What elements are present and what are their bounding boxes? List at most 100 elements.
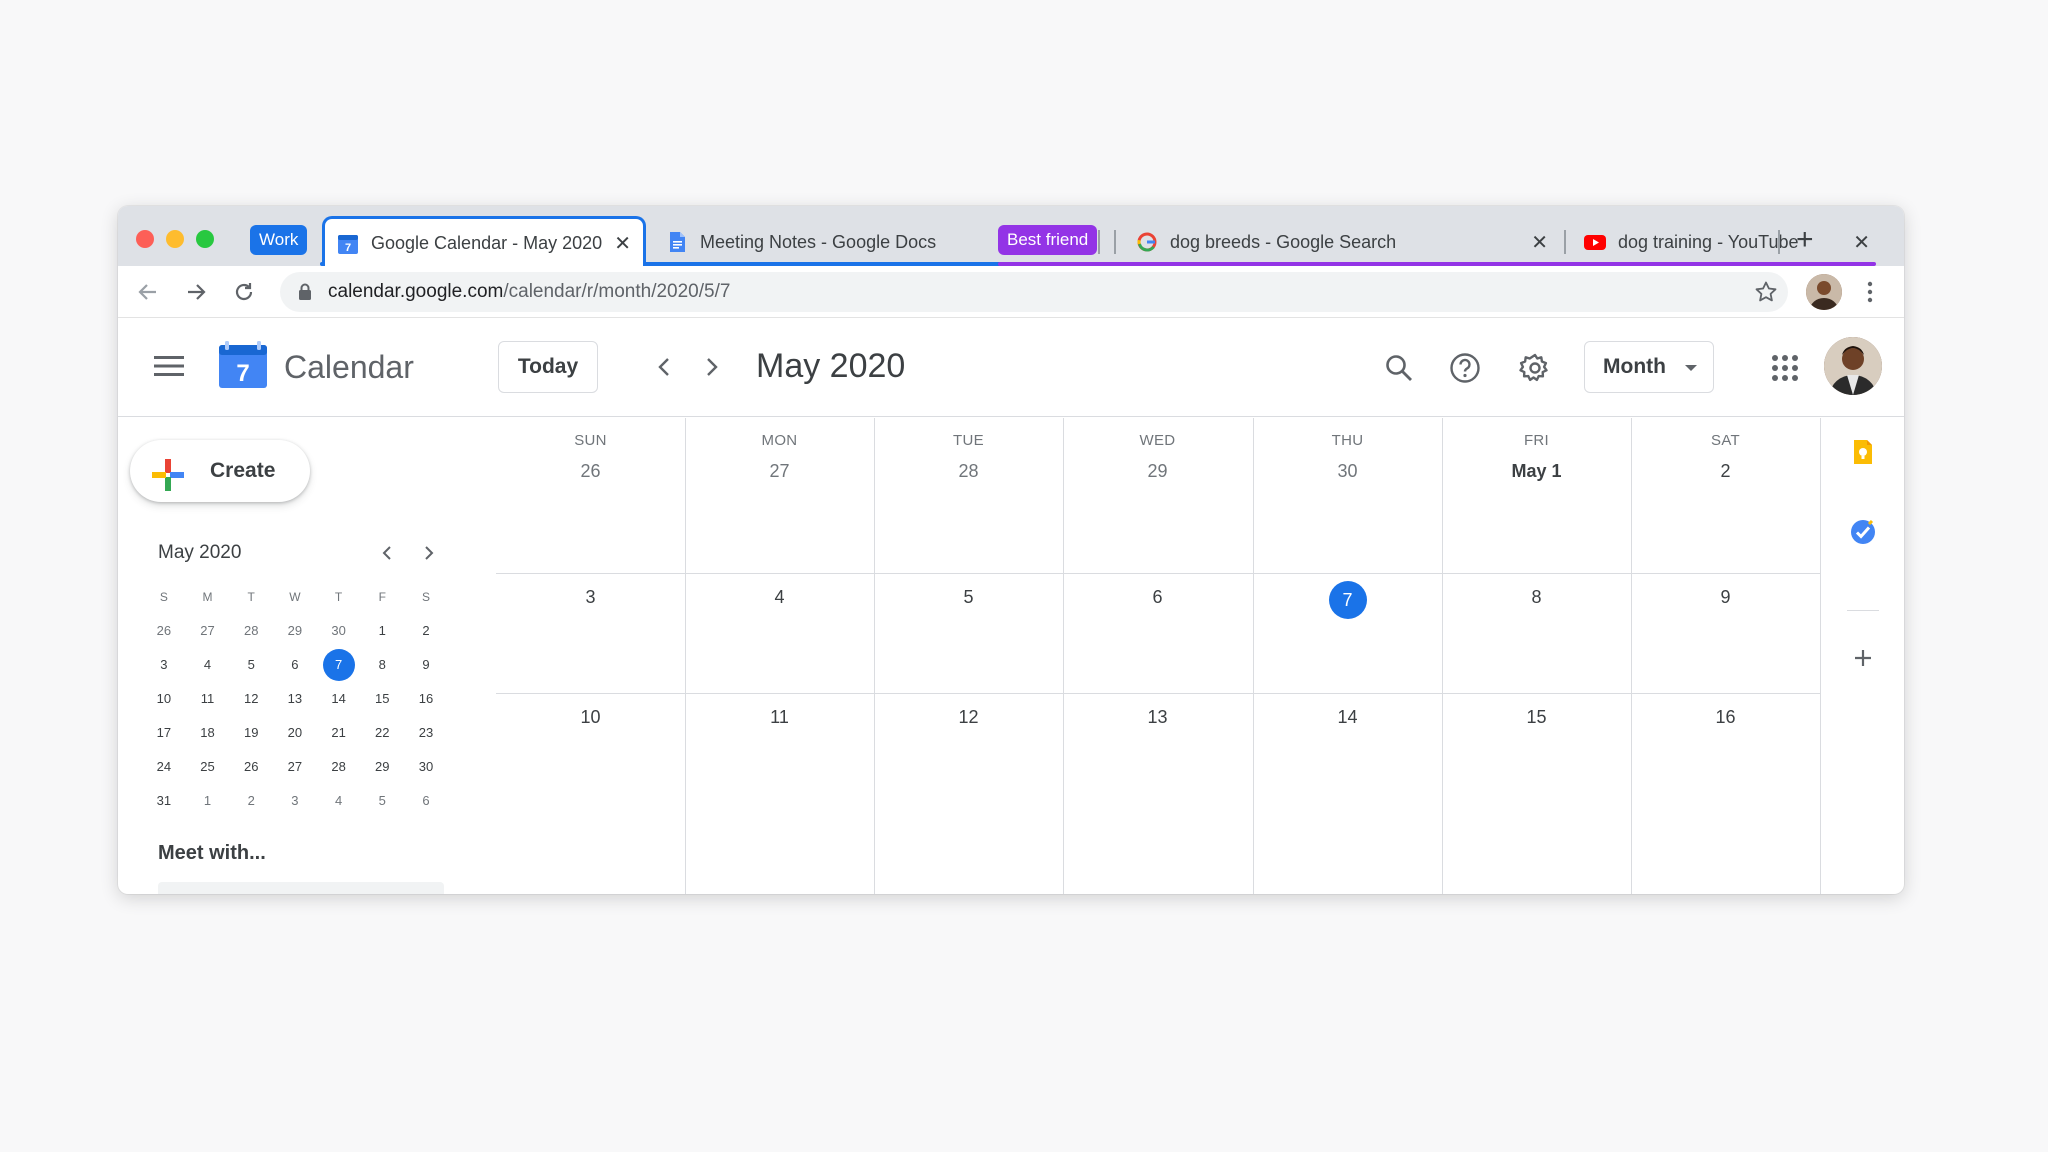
reload-button[interactable]: [230, 278, 258, 306]
day-cell[interactable]: 11: [685, 693, 874, 814]
day-number[interactable]: 6: [1063, 587, 1252, 608]
close-window-button[interactable]: [136, 230, 154, 248]
day-number[interactable]: 8: [1442, 587, 1631, 608]
forward-button[interactable]: [182, 278, 210, 306]
mini-calendar-day[interactable]: 2: [229, 784, 273, 818]
minimize-window-button[interactable]: [166, 230, 184, 248]
mini-calendar-day[interactable]: 29: [360, 750, 404, 784]
tab-google-calendar[interactable]: 7 Google Calendar - May 2020 ✕: [322, 216, 646, 268]
day-number[interactable]: 9: [1631, 587, 1820, 608]
mini-calendar-day[interactable]: 10: [142, 682, 186, 716]
mini-calendar-day[interactable]: 4: [186, 648, 230, 682]
day-number[interactable]: May 1: [1442, 461, 1631, 482]
mini-calendar-day[interactable]: 15: [360, 682, 404, 716]
day-number[interactable]: 4: [685, 587, 874, 608]
apps-grid-icon[interactable]: [1768, 351, 1802, 385]
mini-calendar-day[interactable]: 5: [360, 784, 404, 818]
day-cell[interactable]: 10: [496, 693, 685, 814]
mini-calendar-day[interactable]: 27: [273, 750, 317, 784]
day-cell[interactable]: SAT 2: [1631, 418, 1820, 573]
day-number[interactable]: 30: [1253, 461, 1442, 482]
mini-calendar-day[interactable]: 1: [360, 614, 404, 648]
mini-calendar-day[interactable]: 2: [404, 614, 448, 648]
day-cell[interactable]: 7: [1253, 573, 1442, 693]
help-icon[interactable]: [1448, 351, 1482, 385]
mini-calendar-day[interactable]: 25: [186, 750, 230, 784]
day-number[interactable]: 5: [874, 587, 1063, 608]
mini-calendar-day[interactable]: 23: [404, 716, 448, 750]
mini-calendar-day[interactable]: 30: [404, 750, 448, 784]
day-number[interactable]: 10: [496, 707, 685, 728]
today-date[interactable]: 7: [1253, 581, 1442, 619]
day-cell[interactable]: WED 29: [1063, 418, 1252, 573]
create-event-button[interactable]: Create: [130, 440, 310, 502]
mini-calendar-day[interactable]: 6: [404, 784, 448, 818]
day-number[interactable]: 26: [496, 461, 685, 482]
add-addon-button[interactable]: [1849, 644, 1877, 672]
mini-calendar-day[interactable]: 27: [186, 614, 230, 648]
mini-calendar-day[interactable]: 26: [229, 750, 273, 784]
day-number[interactable]: 14: [1253, 707, 1442, 728]
keep-icon[interactable]: [1849, 438, 1877, 466]
mini-calendar-previous-button[interactable]: [376, 542, 398, 564]
mini-calendar-day[interactable]: 6: [273, 648, 317, 682]
mini-calendar-day[interactable]: 28: [229, 614, 273, 648]
mini-calendar-day[interactable]: 18: [186, 716, 230, 750]
mini-calendar-day[interactable]: 26: [142, 614, 186, 648]
day-cell[interactable]: 3: [496, 573, 685, 693]
bookmark-star-icon[interactable]: [1754, 280, 1778, 309]
mini-calendar-day[interactable]: 14: [317, 682, 361, 716]
mini-calendar-day[interactable]: 3: [142, 648, 186, 682]
day-cell[interactable]: SUN 26: [496, 418, 685, 573]
day-cell[interactable]: 6: [1063, 573, 1252, 693]
day-number[interactable]: 28: [874, 461, 1063, 482]
url-text[interactable]: calendar.google.com/calendar/r/month/202…: [328, 281, 730, 303]
day-cell[interactable]: 13: [1063, 693, 1252, 814]
today-button[interactable]: Today: [498, 341, 598, 393]
mini-calendar-day[interactable]: 5: [229, 648, 273, 682]
new-tab-button[interactable]: +: [1796, 225, 1814, 255]
mini-calendar-day[interactable]: 17: [142, 716, 186, 750]
day-cell[interactable]: FRI May 1: [1442, 418, 1631, 573]
mini-calendar-day[interactable]: 21: [317, 716, 361, 750]
tab-dog-breeds[interactable]: dog breeds - Google Search ✕: [1124, 218, 1560, 266]
day-cell[interactable]: 12: [874, 693, 1063, 814]
main-menu-icon[interactable]: [154, 355, 184, 382]
tab-close-icon[interactable]: ✕: [1531, 230, 1548, 255]
mini-calendar-day[interactable]: 30: [317, 614, 361, 648]
settings-gear-icon[interactable]: [1518, 351, 1552, 385]
mini-calendar-day[interactable]: 24: [142, 750, 186, 784]
maximize-window-button[interactable]: [196, 230, 214, 248]
mini-calendar-day[interactable]: 28: [317, 750, 361, 784]
calendar-logo-icon[interactable]: 7: [218, 341, 268, 389]
day-cell[interactable]: 15: [1442, 693, 1631, 814]
mini-calendar-day[interactable]: 16: [404, 682, 448, 716]
previous-period-button[interactable]: [650, 353, 678, 381]
browser-profile-avatar[interactable]: [1806, 274, 1842, 310]
day-cell[interactable]: TUE 28: [874, 418, 1063, 573]
mini-calendar-day[interactable]: 31: [142, 784, 186, 818]
mini-calendar-day[interactable]: 12: [229, 682, 273, 716]
day-number[interactable]: 2: [1631, 461, 1820, 482]
search-people-input[interactable]: [158, 882, 444, 894]
address-bar[interactable]: calendar.google.com/calendar/r/month/202…: [280, 272, 1788, 312]
mini-calendar-day[interactable]: 3: [273, 784, 317, 818]
browser-menu-icon[interactable]: [1866, 280, 1874, 309]
tab-close-icon[interactable]: ✕: [1853, 230, 1870, 255]
day-number[interactable]: 27: [685, 461, 874, 482]
day-number[interactable]: 29: [1063, 461, 1252, 482]
day-cell[interactable]: MON 27: [685, 418, 874, 573]
mini-calendar-day[interactable]: 8: [360, 648, 404, 682]
tab-dog-training[interactable]: dog training - YouTube ✕: [1572, 218, 1882, 266]
tasks-icon[interactable]: [1849, 518, 1877, 546]
day-cell[interactable]: 9: [1631, 573, 1820, 693]
day-cell[interactable]: 5: [874, 573, 1063, 693]
tab-group-work[interactable]: Work: [250, 225, 308, 255]
mini-calendar-day[interactable]: 19: [229, 716, 273, 750]
day-number[interactable]: 11: [685, 707, 874, 728]
tab-close-icon[interactable]: ✕: [614, 231, 631, 256]
account-avatar[interactable]: [1824, 337, 1882, 395]
mini-calendar-day[interactable]: 29: [273, 614, 317, 648]
day-cell[interactable]: 4: [685, 573, 874, 693]
mini-calendar-today[interactable]: 7: [317, 648, 361, 682]
